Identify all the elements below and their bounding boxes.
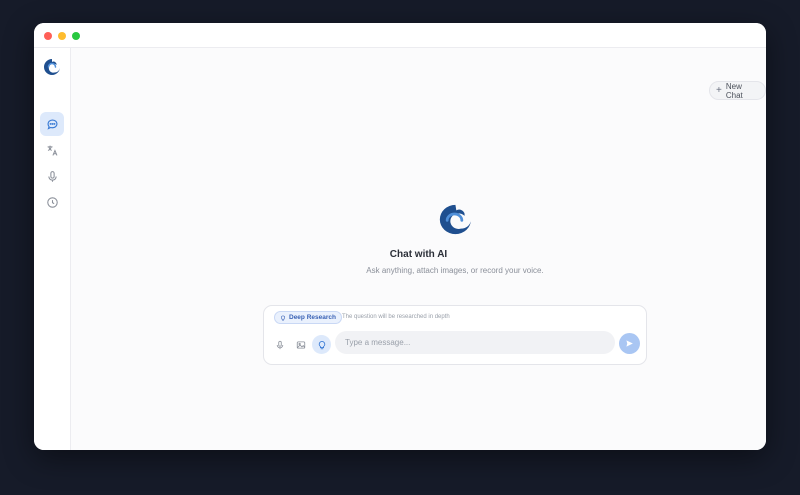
lightbulb-icon [318,340,325,349]
deep-research-label: Deep Research [289,314,336,321]
attach-image-button[interactable] [293,337,309,353]
title-bar [34,23,766,48]
new-chat-button[interactable]: + New Chat [709,81,766,100]
new-chat-label: New Chat [725,81,743,100]
image-icon [296,341,306,349]
message-input[interactable] [335,331,615,354]
send-icon [626,340,633,347]
app-logo-icon [439,204,471,235]
microphone-icon [47,170,57,182]
app-logo-icon [44,59,60,75]
sidebar [34,48,71,450]
history-clock-icon [46,196,58,208]
app-window: + New Chat Chat with AI Ask anything, at… [34,23,766,450]
gear-icon [51,449,53,450]
minimize-window-button[interactable] [58,32,66,40]
deep-research-toggle[interactable] [312,335,331,354]
microphone-icon [276,340,284,350]
chat-bubble-icon [46,118,58,130]
hero-title: Chat with AI [389,249,448,260]
sidebar-item-chat[interactable] [40,112,64,136]
deep-research-hint: The question will be researched in depth [342,314,450,320]
sidebar-item-voice[interactable] [40,164,64,188]
close-window-button[interactable] [44,32,52,40]
sidebar-item-history[interactable] [40,190,64,214]
sidebar-item-translate[interactable] [40,138,64,162]
maximize-window-button[interactable] [72,32,80,40]
deep-research-chip[interactable]: Deep Research [274,311,342,324]
main-area: + New Chat Chat with AI Ask anything, at… [71,48,766,450]
hero-subtitle: Ask anything, attach images, or record y… [366,266,544,275]
plus-icon: + [716,84,722,96]
sidebar-settings-button[interactable] [40,443,64,450]
translate-icon [47,145,57,156]
message-composer: Deep Research The question will be resea… [263,305,647,365]
voice-input-button[interactable] [272,337,288,353]
send-button[interactable] [619,333,640,354]
lightbulb-icon [281,315,285,321]
